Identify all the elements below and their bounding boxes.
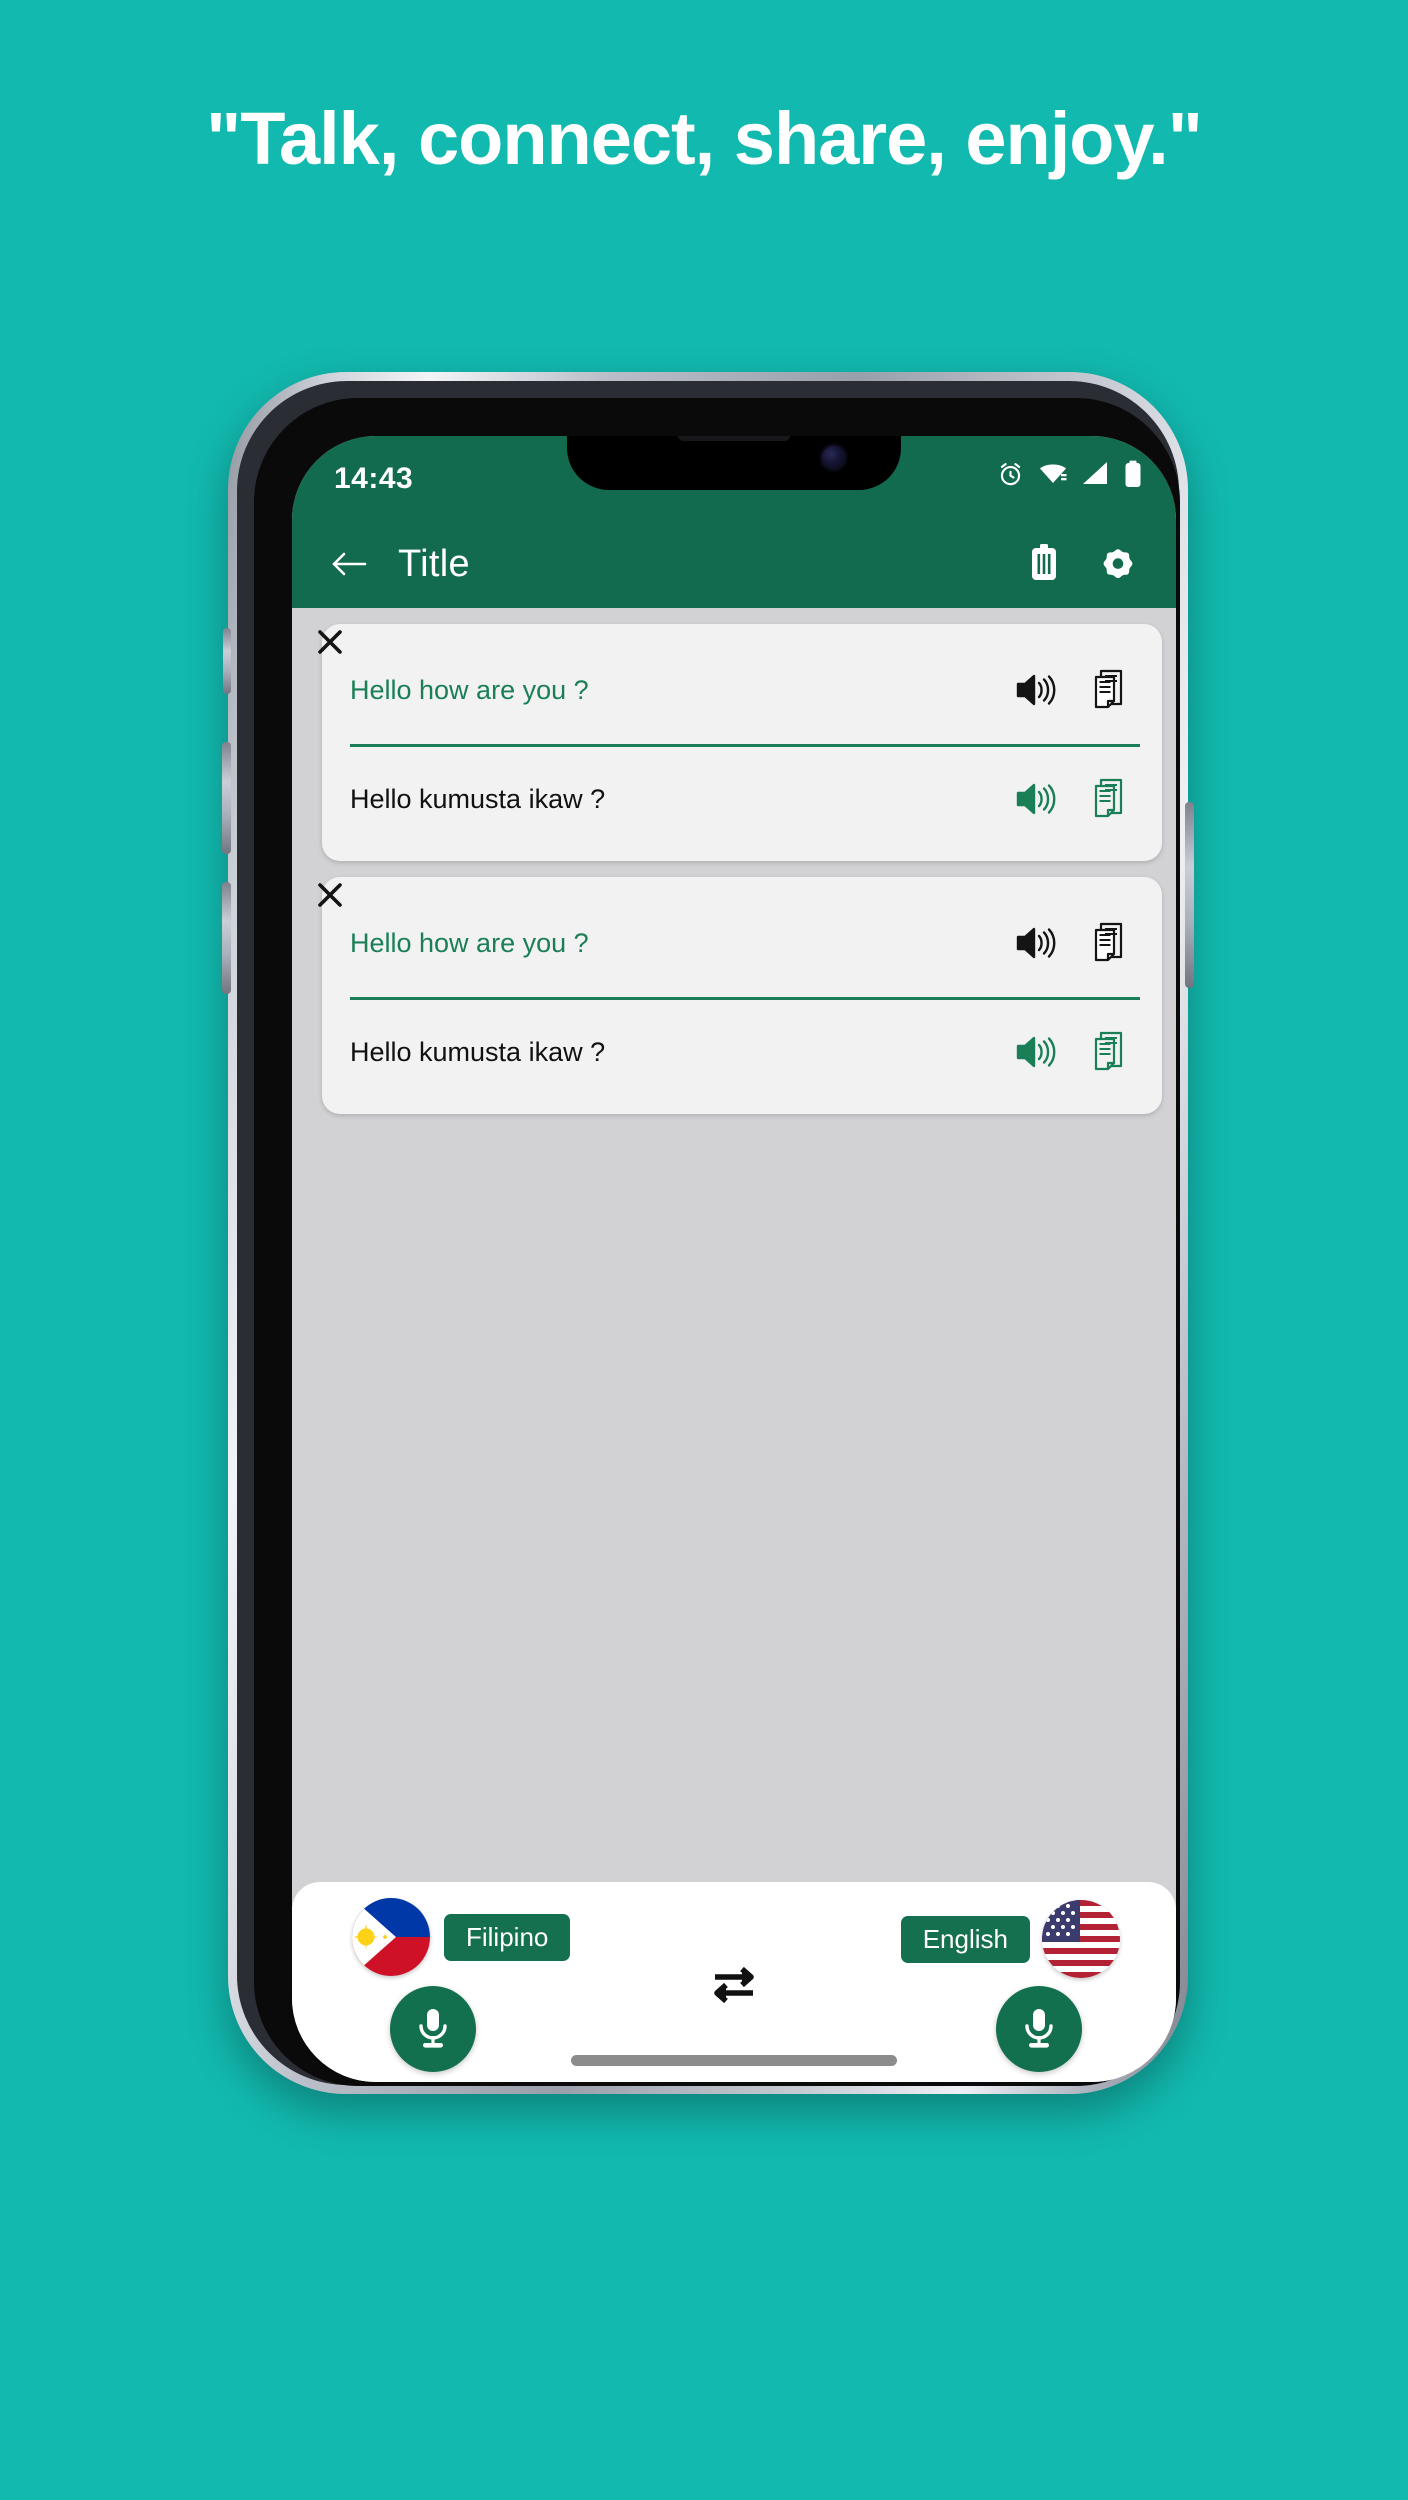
target-text: Hello kumusta ikaw ?: [350, 1036, 606, 1067]
card-source-row: Hello how are you ?: [322, 628, 1162, 744]
translation-card: Hello how are you ? Hello kumusta ikaw ?: [306, 624, 1162, 861]
volume-down-button[interactable]: [222, 882, 231, 994]
target-microphone-button[interactable]: [996, 1986, 1082, 2072]
source-language-button[interactable]: Filipino: [444, 1914, 571, 1961]
source-actions: [1012, 666, 1132, 714]
speaker-icon[interactable]: [1012, 919, 1060, 967]
target-text: Hello kumusta ikaw ?: [350, 783, 606, 814]
phone-inner-frame: 14:43 Title Hello how are you ? Hello ku…: [237, 381, 1180, 2086]
source-actions: [1012, 919, 1132, 967]
target-language-button[interactable]: English: [900, 1916, 1030, 1963]
speaker-icon[interactable]: [1012, 775, 1060, 823]
speaker-icon[interactable]: [1012, 666, 1060, 714]
wifi-icon: [1038, 461, 1068, 487]
front-camera-icon: [822, 446, 845, 469]
app-bar: Title: [292, 520, 1176, 608]
source-text: Hello how are you ?: [350, 927, 589, 958]
power-button[interactable]: [1185, 802, 1194, 988]
card-target-row: Hello kumusta ikaw ?: [322, 747, 1162, 857]
copy-document-icon[interactable]: [1084, 919, 1132, 967]
target-actions: [1012, 775, 1132, 823]
copy-document-icon[interactable]: [1084, 1028, 1132, 1076]
phone-notch: [567, 436, 901, 490]
card-body: Hello how are you ? Hello kumusta ikaw ?: [322, 877, 1162, 1114]
card-target-row: Hello kumusta ikaw ?: [322, 1000, 1162, 1110]
page-title: "Talk, connect, share, enjoy.": [206, 97, 1203, 180]
philippines-flag-icon[interactable]: [352, 1898, 430, 1976]
usa-flag-icon[interactable]: [1042, 1900, 1120, 1978]
swap-languages-button[interactable]: [703, 1958, 765, 2012]
earpiece-speaker: [678, 436, 790, 441]
translation-list[interactable]: Hello how are you ? Hello kumusta ikaw ?…: [292, 608, 1176, 2082]
card-source-row: Hello how are you ?: [322, 881, 1162, 997]
app-bar-title: Title: [398, 542, 470, 585]
silent-switch-button[interactable]: [223, 628, 231, 694]
alarm-icon: [997, 461, 1024, 488]
source-text: Hello how are you ?: [350, 674, 589, 705]
status-bar: 14:43: [292, 436, 1176, 520]
card-close-button[interactable]: [310, 875, 350, 915]
status-bar-icons: [997, 460, 1142, 488]
volume-up-button[interactable]: [222, 742, 231, 854]
copy-document-icon[interactable]: [1084, 666, 1132, 714]
phone-screen: 14:43 Title Hello how are you ? Hello ku…: [292, 436, 1176, 2082]
source-microphone-button[interactable]: [390, 1986, 476, 2072]
battery-icon: [1124, 460, 1142, 488]
card-close-button[interactable]: [310, 622, 350, 662]
language-bar: Filipino English: [292, 1882, 1176, 2082]
speaker-icon[interactable]: [1012, 1028, 1060, 1076]
back-button[interactable]: [322, 537, 376, 591]
phone-bezel: 14:43 Title Hello how are you ? Hello ku…: [254, 398, 1180, 2086]
copy-document-icon[interactable]: [1084, 775, 1132, 823]
translation-card: Hello how are you ? Hello kumusta ikaw ?: [306, 877, 1162, 1114]
delete-button[interactable]: [1016, 536, 1072, 592]
home-indicator[interactable]: [571, 2055, 897, 2066]
phone-frame: 14:43 Title Hello how are you ? Hello ku…: [222, 372, 1194, 2094]
target-actions: [1012, 1028, 1132, 1076]
cellular-signal-icon: [1082, 461, 1110, 487]
status-bar-time: 14:43: [334, 462, 414, 495]
settings-button[interactable]: [1090, 536, 1146, 592]
card-body: Hello how are you ? Hello kumusta ikaw ?: [322, 624, 1162, 861]
